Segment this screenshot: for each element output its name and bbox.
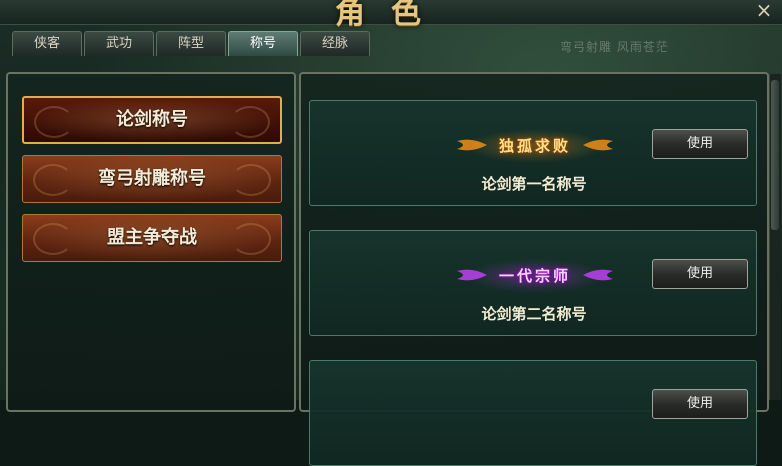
tab-wugong[interactable]: 武功	[84, 31, 154, 56]
tab-xiake[interactable]: 侠客	[12, 31, 82, 56]
category-label: 论剑称号	[116, 109, 188, 130]
wing-left-icon	[457, 139, 487, 151]
category-label: 盟主争夺战	[107, 227, 197, 248]
scrollbar[interactable]	[769, 74, 781, 400]
category-button-lunjian[interactable]: 论剑称号	[22, 96, 282, 144]
title-name: 论剑第二名称号	[481, 305, 587, 323]
title-badge: 一代宗师	[457, 259, 613, 293]
title-badge: 独孤求败	[457, 129, 613, 163]
title-list-panel: 独孤求败 论剑第一名称号 使用 一代宗师 论剑第二名称号 使用 使用	[299, 72, 769, 466]
use-button[interactable]: 使用	[652, 389, 748, 419]
wing-left-icon	[457, 269, 487, 281]
close-button[interactable]: ×	[752, 0, 776, 20]
title-badge-text: 一代宗师	[498, 267, 571, 285]
tab-jingmai[interactable]: 经脉	[300, 31, 370, 56]
category-button-wangong[interactable]: 弯弓射雕称号	[22, 155, 282, 203]
wing-right-icon	[583, 269, 613, 281]
tab-bar: 侠客 武功 阵型 称号 经脉	[12, 31, 370, 57]
title-badge-text: 独孤求败	[498, 137, 571, 155]
wing-right-icon	[583, 139, 613, 151]
swirl-ornament-icon	[231, 223, 271, 255]
window-title: 角色	[335, 0, 447, 31]
title-card: 一代宗师 论剑第二名称号 使用	[309, 230, 757, 336]
title-card: 独孤求败 论剑第一名称号 使用	[309, 100, 757, 206]
window-title-bar: 角色 ×	[0, 0, 782, 31]
category-button-mengzhu[interactable]: 盟主争夺战	[22, 214, 282, 262]
use-button[interactable]: 使用	[652, 259, 748, 289]
background-caption: 弯弓射雕 风雨苍茫	[560, 40, 669, 54]
category-panel: 论剑称号 弯弓射雕称号 盟主争夺战	[6, 72, 296, 412]
swirl-ornament-icon	[33, 164, 73, 196]
swirl-ornament-icon	[34, 106, 74, 138]
swirl-ornament-icon	[231, 164, 271, 196]
category-label: 弯弓射雕称号	[98, 168, 206, 189]
swirl-ornament-icon	[33, 223, 73, 255]
swirl-ornament-icon	[230, 106, 270, 138]
tab-zhenxing[interactable]: 阵型	[156, 31, 226, 56]
title-card: 使用	[309, 360, 757, 466]
tab-chenghao[interactable]: 称号	[228, 31, 298, 56]
scrollbar-thumb[interactable]	[771, 80, 779, 230]
use-button[interactable]: 使用	[652, 129, 748, 159]
title-name: 论剑第一名称号	[481, 175, 587, 193]
